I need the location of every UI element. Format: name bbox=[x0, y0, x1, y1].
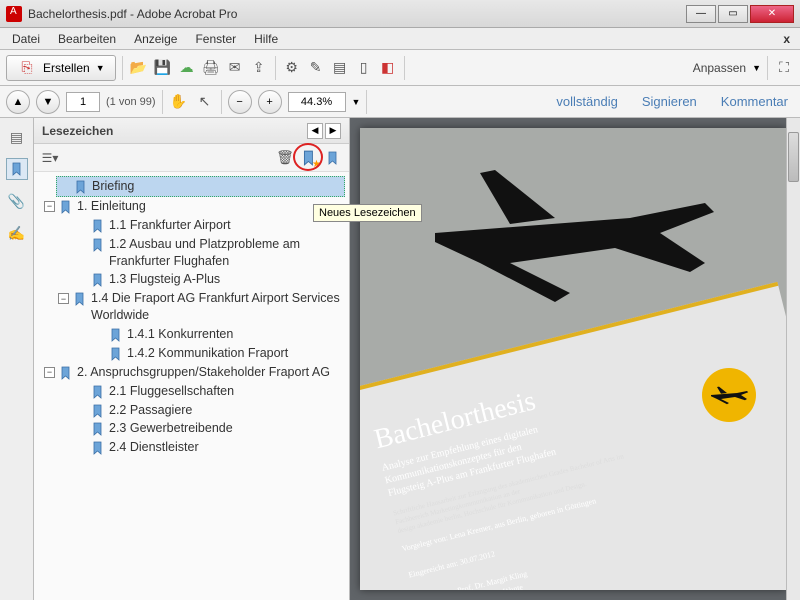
print-icon[interactable]: 🖨 bbox=[201, 58, 221, 78]
panel-next-icon[interactable]: ▶ bbox=[325, 123, 341, 139]
bookmark-item[interactable]: 1.2 Ausbau und Platzprobleme am Frankfur… bbox=[74, 235, 345, 271]
collapse-icon[interactable]: − bbox=[44, 367, 55, 378]
edit-text-icon[interactable]: ✎ bbox=[306, 58, 326, 78]
vollstaendig-button[interactable]: vollständig bbox=[550, 90, 623, 113]
menubar-close-icon[interactable]: x bbox=[777, 32, 796, 46]
bookmarks-panel: Lesezeichen ◀ ▶ ☰▾ 🗑 ★ Briefing − 1. Einl… bbox=[34, 118, 350, 600]
zoom-input[interactable] bbox=[288, 92, 346, 112]
bookmark-item[interactable]: 1.4.1 Konkurrenten bbox=[92, 325, 345, 344]
bookmark-label: 1.4 Die Fraport AG Frankfurt Airport Ser… bbox=[91, 290, 343, 324]
vertical-scrollbar[interactable] bbox=[786, 118, 800, 600]
page-count-label: (1 von 99) bbox=[106, 96, 156, 108]
bookmark-label: 1.2 Ausbau und Platzprobleme am Frankfur… bbox=[109, 236, 343, 270]
select-tool-icon[interactable]: ↖ bbox=[195, 92, 215, 112]
create-label: Erstellen bbox=[43, 61, 90, 75]
bookmark-label: 2. Anspruchsgruppen/Stakeholder Fraport … bbox=[77, 364, 330, 381]
bookmark-item[interactable]: 2.4 Dienstleister bbox=[74, 438, 345, 457]
page-number-input[interactable] bbox=[66, 92, 100, 112]
collapse-icon[interactable]: − bbox=[58, 293, 69, 304]
bookmark-item[interactable]: − 1. Einleitung bbox=[42, 197, 345, 216]
thumbnails-tab-icon[interactable]: ▤ bbox=[6, 126, 28, 148]
tooltip: Neues Lesezeichen bbox=[313, 204, 422, 222]
open-icon[interactable]: 📂 bbox=[129, 58, 149, 78]
bookmark-item[interactable]: 2.3 Gewerbetreibende bbox=[74, 419, 345, 438]
bookmark-label: 1.4.1 Konkurrenten bbox=[127, 326, 233, 343]
document-viewport[interactable]: Bachelorthesis Analyse zur Empfehlung ei… bbox=[350, 118, 800, 600]
signieren-button[interactable]: Signieren bbox=[636, 90, 703, 113]
menu-datei[interactable]: Datei bbox=[4, 30, 48, 48]
titlebar: Bachelorthesis.pdf - Adobe Acrobat Pro —… bbox=[0, 0, 800, 28]
scroll-thumb[interactable] bbox=[788, 132, 799, 182]
menu-bearbeiten[interactable]: Bearbeiten bbox=[50, 30, 124, 48]
airplane-silhouette-icon bbox=[420, 158, 720, 311]
zoom-out-button[interactable]: − bbox=[228, 90, 252, 114]
nav-toolbar: ▲ ▼ (1 von 99) ✋ ↖ − + ▼ vollständig Sig… bbox=[0, 86, 800, 118]
signatures-tab-icon[interactable]: ✍ bbox=[6, 222, 28, 244]
main-toolbar: ⎘ Erstellen ▼ 📂 💾 ☁ 🖨 ✉ ⇪ ⚙ ✎ ▤ ▯ ◧ Anpa… bbox=[0, 50, 800, 86]
close-button[interactable]: ✕ bbox=[750, 5, 794, 23]
fullscreen-icon[interactable]: ⛶ bbox=[774, 58, 794, 78]
form-icon[interactable]: ▤ bbox=[330, 58, 350, 78]
share-icon[interactable]: ⇪ bbox=[249, 58, 269, 78]
minimize-button[interactable]: — bbox=[686, 5, 716, 23]
bookmark-label: 2.2 Passagiere bbox=[109, 402, 192, 419]
zoom-in-button[interactable]: + bbox=[258, 90, 282, 114]
customize-button[interactable]: Anpassen bbox=[693, 61, 746, 75]
bookmarks-tab-icon[interactable] bbox=[6, 158, 28, 180]
menu-hilfe[interactable]: Hilfe bbox=[246, 30, 286, 48]
new-bookmark-icon[interactable]: ★ bbox=[299, 148, 319, 168]
bookmark-label: Briefing bbox=[92, 178, 134, 195]
dropdown-icon: ▼ bbox=[752, 63, 761, 73]
maximize-button[interactable]: ▭ bbox=[718, 5, 748, 23]
panel-prev-icon[interactable]: ◀ bbox=[307, 123, 323, 139]
window-title: Bachelorthesis.pdf - Adobe Acrobat Pro bbox=[28, 7, 686, 21]
bookmarks-toolbar: ☰▾ 🗑 ★ bbox=[34, 144, 349, 172]
attachments-tab-icon[interactable]: 📎 bbox=[6, 190, 28, 212]
delete-bookmark-icon[interactable]: 🗑 bbox=[275, 148, 295, 168]
bookmark-label: 2.1 Fluggesellschaften bbox=[109, 383, 234, 400]
cloud-icon[interactable]: ☁ bbox=[177, 58, 197, 78]
bookmark-item[interactable]: 1.4.2 Kommunikation Fraport bbox=[92, 344, 345, 363]
bookmark-item[interactable]: 1.1 Frankfurter Airport bbox=[74, 216, 345, 235]
bookmark-label: 1.3 Flugsteig A-Plus bbox=[109, 271, 220, 288]
bookmark-options-icon[interactable]: ☰▾ bbox=[40, 148, 60, 168]
bookmark-label: 1.4.2 Kommunikation Fraport bbox=[127, 345, 288, 362]
page-icon[interactable]: ▯ bbox=[354, 58, 374, 78]
next-page-button[interactable]: ▼ bbox=[36, 90, 60, 114]
bookmark-label: 2.4 Dienstleister bbox=[109, 439, 199, 456]
kommentar-button[interactable]: Kommentar bbox=[715, 90, 794, 113]
dropdown-icon: ▼ bbox=[96, 63, 105, 73]
bookmark-item[interactable]: − 2. Anspruchsgruppen/Stakeholder Fraport… bbox=[42, 363, 345, 382]
bookmark-item[interactable]: Briefing bbox=[56, 176, 345, 197]
save-icon[interactable]: 💾 bbox=[153, 58, 173, 78]
app-icon bbox=[6, 6, 22, 22]
bookmarks-panel-title: Lesezeichen bbox=[42, 124, 305, 138]
bookmark-item[interactable]: 1.3 Flugsteig A-Plus bbox=[74, 270, 345, 289]
collapse-icon[interactable]: − bbox=[44, 201, 55, 212]
bookmark-label: 1.1 Frankfurter Airport bbox=[109, 217, 231, 234]
side-panel-tabs: ▤ 📎 ✍ bbox=[0, 118, 34, 600]
document-page: Bachelorthesis Analyse zur Empfehlung ei… bbox=[360, 128, 786, 590]
bookmark-expand-icon[interactable] bbox=[323, 148, 343, 168]
gear-icon[interactable]: ⚙ bbox=[282, 58, 302, 78]
create-icon: ⎘ bbox=[17, 58, 37, 78]
menu-anzeige[interactable]: Anzeige bbox=[126, 30, 185, 48]
bookmark-item[interactable]: 2.2 Passagiere bbox=[74, 401, 345, 420]
bookmark-label: 1. Einleitung bbox=[77, 198, 146, 215]
bookmarks-tree: Briefing − 1. Einleitung 1.1 Frankfurter … bbox=[34, 172, 349, 600]
prev-page-button[interactable]: ▲ bbox=[6, 90, 30, 114]
bookmark-item[interactable]: 2.1 Fluggesellschaften bbox=[74, 382, 345, 401]
hand-tool-icon[interactable]: ✋ bbox=[169, 92, 189, 112]
mail-icon[interactable]: ✉ bbox=[225, 58, 245, 78]
menu-fenster[interactable]: Fenster bbox=[187, 30, 244, 48]
dropdown-icon: ▼ bbox=[352, 97, 361, 107]
bookmark-item[interactable]: − 1.4 Die Fraport AG Frankfurt Airport Se… bbox=[56, 289, 345, 325]
bookmark-label: 2.3 Gewerbetreibende bbox=[109, 420, 233, 437]
create-button[interactable]: ⎘ Erstellen ▼ bbox=[6, 55, 116, 81]
multimedia-icon[interactable]: ◧ bbox=[378, 58, 398, 78]
menubar: Datei Bearbeiten Anzeige Fenster Hilfe x bbox=[0, 28, 800, 50]
